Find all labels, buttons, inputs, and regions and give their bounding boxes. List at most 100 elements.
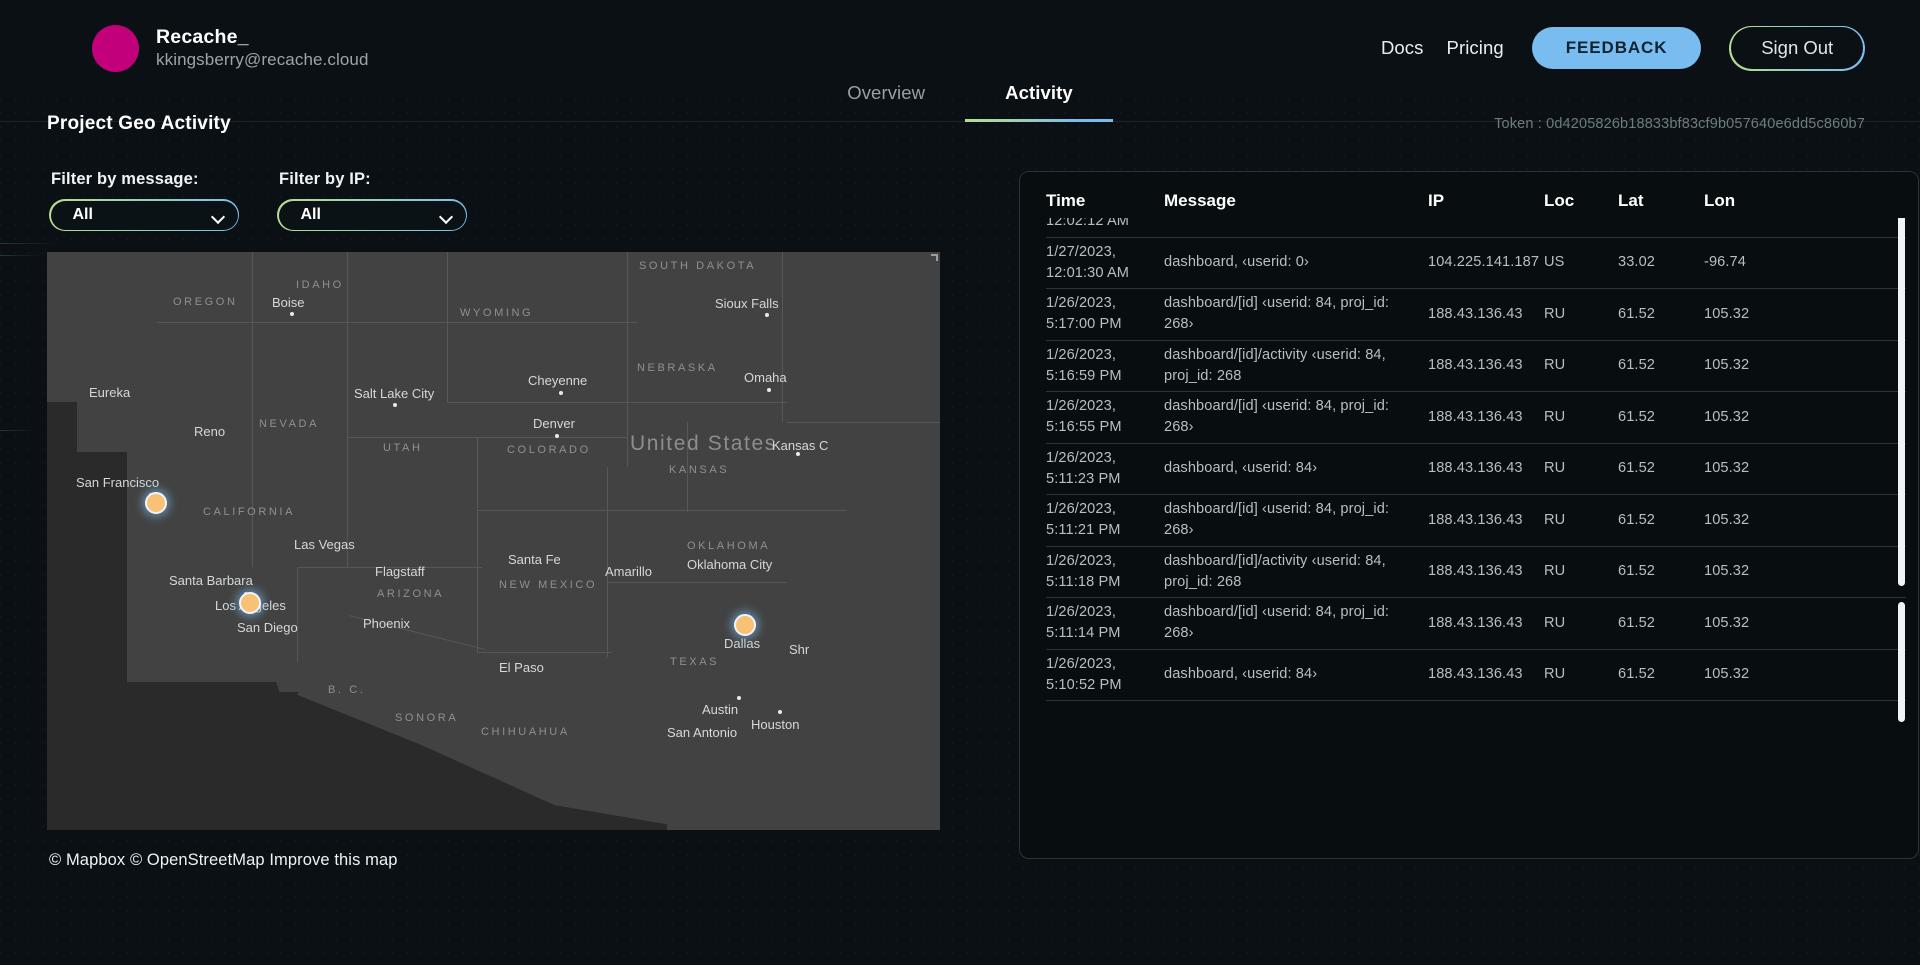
cell-loc: RU — [1536, 355, 1610, 376]
filter-message-label: Filter by message: — [49, 170, 239, 189]
cell-lat: 61.52 — [1610, 407, 1696, 428]
cell-time: 1/26/2023, 5:17:00 PM — [1046, 293, 1164, 335]
cell-loc: RU — [1536, 458, 1610, 479]
table-row[interactable]: 1/26/2023, 5:16:59 PM dashboard/[id]/act… — [1046, 341, 1906, 393]
cell-lon: -96.74 — [1696, 252, 1786, 273]
cell-lat: 33.02 — [1610, 252, 1696, 273]
cell-time: 1/27/2023, 12:01:30 AM — [1046, 242, 1164, 284]
signout-button-wrapper: Sign Out — [1729, 26, 1865, 71]
map-border — [297, 567, 482, 568]
nav-link-docs[interactable]: Docs — [1381, 37, 1424, 59]
table-row[interactable]: 1/26/2023, 5:11:14 PM dashboard/[id] ‹us… — [1046, 598, 1906, 650]
cell-message: dashboard/[id] ‹userid: 84, proj_id: 268… — [1164, 396, 1404, 438]
map-city-dot — [765, 313, 769, 317]
map-city-dot — [555, 434, 559, 438]
chevron-down-icon — [441, 212, 452, 219]
cell-lat: 61.52 — [1610, 613, 1696, 634]
cell-message: dashboard/[id]/activity ‹userid: 84, pro… — [1164, 551, 1404, 593]
column-header-time: Time — [1046, 191, 1164, 211]
cell-lon: 105.32 — [1696, 664, 1786, 685]
activity-table-card: Time Message IP Loc Lat Lon 1/27/2023, 1… — [1019, 171, 1919, 859]
nav-link-pricing[interactable]: Pricing — [1447, 37, 1504, 59]
cell-message: dashboard/[id] ‹userid: 84, proj_id: 268… — [1164, 293, 1404, 335]
cell-ip: 188.43.136.43 — [1404, 304, 1536, 325]
table-row[interactable]: 1/26/2023, 5:11:18 PM dashboard/[id]/act… — [1046, 547, 1906, 599]
cell-lon: 105.32 — [1696, 458, 1786, 479]
map-marker-los-angeles[interactable] — [239, 592, 261, 614]
map-landmass — [127, 252, 940, 682]
map-city-dot — [767, 388, 771, 392]
map-border — [347, 392, 348, 567]
column-header-loc: Loc — [1536, 191, 1610, 211]
geo-map[interactable]: OREGON IDAHO WYOMING SOUTH DAKOTA NEBRAS… — [47, 252, 940, 830]
cell-lat: 61.52 — [1610, 355, 1696, 376]
cell-time: 1/26/2023, 5:11:14 PM — [1046, 602, 1164, 644]
filters: Filter by message: All Filter by IP: All — [47, 152, 947, 231]
column-header-ip: IP — [1404, 191, 1536, 211]
chevron-down-icon — [213, 212, 224, 219]
cell-ip: 188.43.136.43 — [1404, 407, 1536, 428]
table-scrollbar[interactable] — [1898, 214, 1905, 834]
activity-table-pane: Time Message IP Loc Lat Lon 1/27/2023, 1… — [1019, 171, 1919, 870]
cell-lat: 61.52 — [1610, 561, 1696, 582]
table-scrollbar-thumb[interactable] — [1898, 214, 1905, 586]
table-row[interactable]: 1/26/2023, 5:10:52 PM dashboard, ‹userid… — [1046, 650, 1906, 702]
column-header-message: Message — [1164, 191, 1404, 211]
app-header: Recache_ kkingsberry@recache.cloud Docs … — [0, 0, 1920, 96]
filter-ip-label: Filter by IP: — [277, 170, 467, 189]
cell-lon: 105.32 — [1696, 613, 1786, 634]
brand-email: kkingsberry@recache.cloud — [156, 50, 369, 71]
map-landmass — [77, 252, 147, 452]
cell-ip: 104.225.141.187 — [1404, 252, 1536, 273]
table-row[interactable]: 1/26/2023, 5:11:23 PM dashboard, ‹userid… — [1046, 444, 1906, 496]
cell-lat: 61.52 — [1610, 510, 1696, 531]
filter-message-select[interactable]: All — [49, 199, 239, 231]
map-resize-handle[interactable] — [931, 254, 938, 261]
map-city-dot — [778, 710, 782, 714]
cell-time: 1/26/2023, 5:11:18 PM — [1046, 551, 1164, 593]
improve-map-link[interactable]: Improve this map — [269, 851, 397, 869]
map-city-dot — [796, 452, 800, 456]
cell-message: dashboard/[id]/activity ‹userid: 84, pro… — [1164, 345, 1404, 387]
map-city-dot — [290, 312, 294, 316]
map-border — [252, 252, 253, 437]
token-label: Token : 0d4205826b18833bf83cf9b057640e6d… — [1494, 116, 1865, 132]
map-border — [782, 252, 783, 422]
page-titlebar: Project Geo Activity Token : 0d4205826b1… — [0, 96, 1920, 152]
table-row[interactable]: 1/26/2023, 5:16:55 PM dashboard/[id] ‹us… — [1046, 392, 1906, 444]
cell-loc: RU — [1536, 510, 1610, 531]
cell-message: dashboard, ‹userid: 0› — [1164, 252, 1404, 273]
filter-ip-value: All — [301, 206, 321, 224]
feedback-button[interactable]: FEEDBACK — [1532, 27, 1702, 69]
mapbox-link[interactable]: © Mapbox — [49, 851, 125, 869]
brand[interactable]: Recache_ kkingsberry@recache.cloud — [92, 25, 369, 72]
map-pane: Filter by message: All Filter by IP: All — [47, 152, 947, 870]
header-actions: Docs Pricing FEEDBACK Sign Out — [1381, 26, 1865, 71]
cell-ip: 188.43.136.43 — [1404, 510, 1536, 531]
table-row[interactable]: 1/27/2023, 12:01:30 AM dashboard, ‹useri… — [1046, 238, 1906, 290]
table-scrollbar-thumb-lower[interactable] — [1898, 602, 1905, 722]
filter-ip-select[interactable]: All — [277, 199, 467, 231]
header-nav: Docs Pricing — [1381, 37, 1504, 59]
table-row[interactable]: 1/26/2023, 5:17:00 PM dashboard/[id] ‹us… — [1046, 289, 1906, 341]
openstreetmap-link[interactable]: © OpenStreetMap — [130, 851, 265, 869]
map-border — [447, 252, 448, 402]
map-border — [687, 422, 688, 512]
filter-message-select-inner[interactable]: All — [51, 201, 238, 230]
map-marker-dallas[interactable] — [734, 614, 756, 636]
map-border — [607, 510, 847, 511]
signout-button[interactable]: Sign Out — [1731, 27, 1863, 68]
map-marker-san-francisco[interactable] — [145, 492, 167, 514]
map-border — [607, 467, 608, 657]
map-border — [607, 582, 787, 583]
cell-ip: 188.43.136.43 — [1404, 561, 1536, 582]
map-border — [477, 652, 612, 653]
table-row[interactable]: 1/26/2023, 5:11:21 PM dashboard/[id] ‹us… — [1046, 495, 1906, 547]
cell-time: 1/26/2023, 5:16:55 PM — [1046, 396, 1164, 438]
filter-ip-select-inner[interactable]: All — [279, 201, 466, 230]
cell-loc: RU — [1536, 407, 1610, 428]
cell-lat: 61.52 — [1610, 458, 1696, 479]
map-city-dot — [559, 391, 563, 395]
table-body-viewport[interactable]: 1/27/2023, 12:02:12 AM dashboard, ‹useri… — [1020, 212, 1918, 836]
cell-lon: 105.32 — [1696, 355, 1786, 376]
